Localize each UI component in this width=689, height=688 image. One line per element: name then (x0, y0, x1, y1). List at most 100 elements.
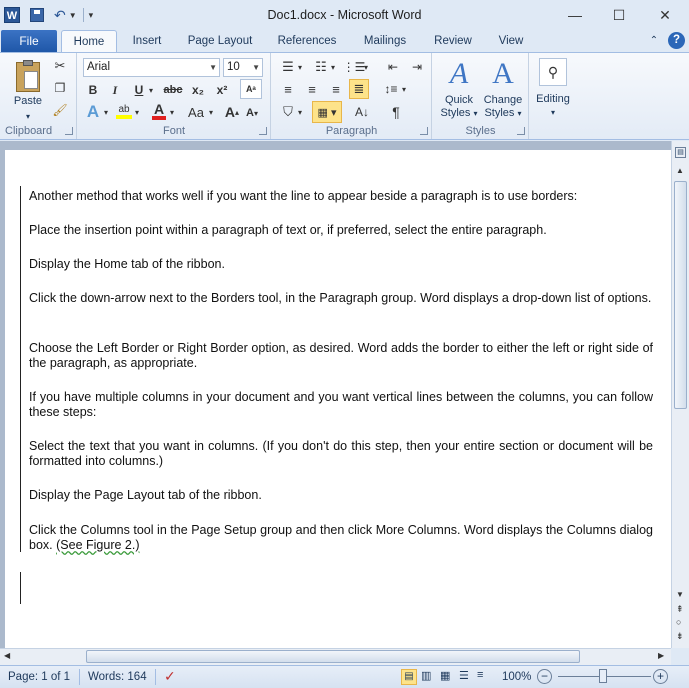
underline-dropdown-icon[interactable]: ▾ (147, 81, 155, 99)
bullets-icon[interactable]: ☰ (279, 58, 297, 76)
clipboard-launcher-icon[interactable] (65, 127, 73, 135)
doc-paragraph-last[interactable]: Click the Columns tool in the Page Setup… (29, 523, 653, 553)
tab-references[interactable]: References (270, 30, 344, 52)
vertical-scroll-thumb[interactable] (674, 181, 687, 409)
browse-object-icon[interactable]: ○ (676, 617, 681, 627)
editing-dropdown-icon[interactable]: ▾ (545, 106, 561, 119)
minimize-button[interactable]: — (560, 5, 590, 25)
multilevel-dropdown-icon[interactable]: ▾ (362, 58, 370, 76)
proofing-icon[interactable]: ✓ (164, 668, 176, 685)
numbering-icon[interactable]: ☷ (312, 58, 330, 76)
tab-insert[interactable]: Insert (122, 30, 172, 52)
tab-file[interactable]: File (1, 30, 57, 52)
draft-icon[interactable]: ≡ (477, 669, 483, 681)
ruler-toggle-icon[interactable]: ▤ (675, 147, 686, 158)
paste-icon[interactable] (10, 57, 46, 97)
font-family-dropdown-icon[interactable]: ▼ (209, 59, 217, 76)
doc-paragraph[interactable]: Display the Home tab of the ribbon. (29, 257, 653, 272)
cut-icon[interactable]: ✂ (52, 58, 68, 74)
scroll-left-icon[interactable]: ◀ (4, 651, 10, 660)
shrink-font-button[interactable]: A ▾ (243, 104, 261, 122)
scroll-right-icon[interactable]: ▶ (658, 651, 664, 660)
quick-styles-dropdown-icon[interactable]: ▾ (474, 109, 478, 118)
shading-icon[interactable]: ⛉ (279, 102, 297, 122)
editing-button[interactable]: Editing (530, 93, 576, 106)
borders-icon[interactable]: ▦ ▾ (312, 101, 342, 123)
decrease-indent-icon[interactable]: ⇤ (384, 58, 402, 76)
change-styles-dropdown-icon[interactable]: ▾ (518, 109, 522, 118)
change-styles-button[interactable]: Change Styles ▾ (481, 94, 525, 120)
underline-button[interactable]: U (130, 81, 148, 99)
zoom-level[interactable]: 100% (502, 671, 531, 683)
word-count[interactable]: Words: 164 (88, 671, 147, 683)
show-formatting-button[interactable]: ¶ (387, 102, 405, 122)
align-center-icon[interactable]: ≡ (303, 80, 321, 98)
font-size-dropdown-icon[interactable]: ▼ (252, 59, 260, 76)
tab-mailings[interactable]: Mailings (354, 30, 416, 52)
document-page[interactable]: Another method that works well if you wa… (5, 150, 671, 648)
text-effects-dropdown-icon[interactable]: ▾ (102, 103, 110, 121)
change-styles-icon[interactable]: A (485, 57, 521, 91)
styles-launcher-icon[interactable] (517, 127, 525, 135)
tab-home[interactable]: Home (61, 30, 117, 53)
paste-button[interactable]: Paste (8, 95, 48, 108)
clear-formatting-icon[interactable]: Aᵃ (240, 79, 262, 99)
bold-button[interactable]: B (84, 81, 102, 99)
line-spacing-icon[interactable]: ↕≡ (382, 80, 400, 98)
quick-styles-icon[interactable]: A (441, 57, 477, 91)
font-launcher-icon[interactable] (259, 127, 267, 135)
line-spacing-dropdown-icon[interactable]: ▾ (400, 80, 408, 98)
doc-paragraph[interactable]: Choose the Left Border or Right Border o… (29, 341, 653, 371)
format-painter-icon[interactable]: 🖌 (52, 102, 68, 118)
superscript-button[interactable]: x² (212, 81, 232, 99)
doc-paragraph[interactable]: Display the Page Layout tab of the ribbo… (29, 488, 653, 503)
numbering-dropdown-icon[interactable]: ▾ (329, 58, 337, 76)
align-right-icon[interactable]: ≡ (327, 80, 345, 98)
text-effects-button[interactable]: A (84, 102, 102, 121)
doc-paragraph[interactable]: Select the text that you want in columns… (29, 439, 653, 469)
horizontal-scroll-thumb[interactable] (86, 650, 580, 663)
highlight-dropdown-icon[interactable]: ▾ (133, 103, 141, 121)
full-screen-reading-icon[interactable]: ▥ (421, 669, 431, 682)
zoom-in-button[interactable]: + (653, 669, 668, 684)
previous-page-icon[interactable]: ⇞ (676, 604, 684, 615)
outline-icon[interactable]: ☰ (459, 669, 469, 682)
sort-icon[interactable]: A↓ (352, 102, 372, 122)
editing-group[interactable]: ⚲ Editing ▾ (530, 53, 576, 139)
maximize-button[interactable]: ☐ (604, 5, 634, 25)
strikethrough-button[interactable]: abc (160, 81, 186, 99)
grow-font-button[interactable]: A ▴ (223, 102, 241, 122)
close-button[interactable]: ✕ (650, 5, 680, 25)
vertical-scrollbar[interactable]: ▤ ▲ ▼ ⇞ ○ ⇟ (671, 141, 689, 648)
bullets-dropdown-icon[interactable]: ▾ (296, 58, 304, 76)
subscript-button[interactable]: x₂ (188, 81, 208, 99)
paragraph-launcher-icon[interactable] (420, 127, 428, 135)
zoom-out-button[interactable]: − (537, 669, 552, 684)
minimize-ribbon-icon[interactable]: ⌃ (646, 30, 662, 52)
doc-paragraph[interactable]: Another method that works well if you wa… (29, 189, 653, 204)
highlight-icon[interactable]: ab (114, 101, 134, 121)
paste-dropdown-icon[interactable]: ▾ (20, 110, 36, 123)
help-icon[interactable]: ? (668, 32, 685, 49)
scroll-up-icon[interactable]: ▲ (676, 166, 684, 175)
next-page-icon[interactable]: ⇟ (676, 631, 684, 642)
quick-styles-button[interactable]: Quick Styles ▾ (437, 94, 481, 120)
binoculars-icon[interactable]: ⚲ (539, 58, 567, 86)
page-count[interactable]: Page: 1 of 1 (8, 671, 70, 683)
tab-page-layout[interactable]: Page Layout (182, 30, 258, 52)
font-color-dropdown-icon[interactable]: ▾ (168, 103, 176, 121)
zoom-slider-thumb[interactable] (599, 669, 607, 683)
align-left-icon[interactable]: ≡ (279, 80, 297, 98)
doc-paragraph[interactable]: Click the down-arrow next to the Borders… (29, 291, 653, 306)
font-color-icon[interactable]: A (150, 100, 168, 122)
tab-review[interactable]: Review (427, 30, 479, 52)
justify-icon[interactable]: ≣ (349, 79, 369, 99)
horizontal-scrollbar[interactable]: ◀ ▶ (0, 648, 671, 665)
copy-icon[interactable]: ❐ (52, 80, 68, 96)
italic-button[interactable]: I (106, 81, 124, 99)
increase-indent-icon[interactable]: ⇥ (408, 58, 426, 76)
change-case-dropdown-icon[interactable]: ▾ (207, 103, 215, 121)
web-layout-icon[interactable]: ▦ (440, 669, 450, 682)
scroll-down-icon[interactable]: ▼ (676, 590, 684, 599)
print-layout-icon[interactable]: ▤ (401, 669, 417, 685)
